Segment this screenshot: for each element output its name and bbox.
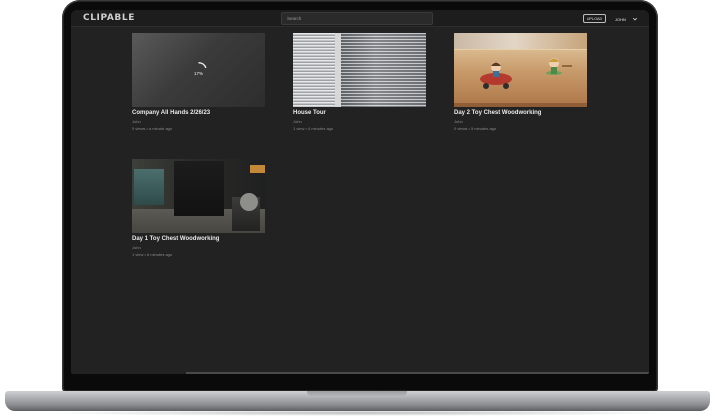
video-thumbnail[interactable]: [132, 159, 265, 233]
view-count: 1 view: [293, 126, 305, 131]
thumbnail-window-detail: [341, 33, 426, 107]
processing-progress-label: 17%: [193, 71, 203, 76]
view-count: 0 views: [454, 126, 468, 131]
video-meta: 1 view • 6 minutes ago: [132, 252, 265, 257]
upload-age: a minute ago: [149, 126, 173, 131]
video-card[interactable]: 17% Company All Hands 2/26/23 John 0 vie…: [132, 33, 265, 131]
app-logo[interactable]: CLIPABLE: [83, 13, 135, 23]
thumbnail-cooler: [134, 169, 164, 205]
chevron-down-icon: [632, 17, 637, 21]
user-name: JOHN: [615, 16, 626, 22]
video-title[interactable]: Day 2 Toy Chest Woodworking: [454, 110, 587, 116]
video-card[interactable]: House Tour John 1 view • 4 minutes ago: [293, 33, 426, 131]
meta-separator: •: [468, 126, 470, 131]
video-meta: 0 views • a minute ago: [132, 126, 265, 131]
video-title[interactable]: House Tour: [293, 110, 426, 116]
upload-age: 5 minutes ago: [471, 126, 497, 131]
upload-button[interactable]: UPLOAD: [583, 14, 606, 23]
video-owner[interactable]: John: [454, 119, 587, 124]
search-input[interactable]: [281, 12, 433, 25]
video-thumbnail[interactable]: [454, 33, 587, 107]
meta-separator: •: [305, 126, 307, 131]
video-thumbnail[interactable]: [293, 33, 426, 107]
user-menu[interactable]: JOHN: [615, 15, 638, 23]
upload-age: 6 minutes ago: [147, 252, 173, 257]
video-owner[interactable]: John: [132, 245, 265, 250]
meta-separator: •: [144, 252, 146, 257]
laptop-notch: [307, 391, 407, 397]
thumbnail-box: [250, 165, 265, 173]
video-thumbnail[interactable]: 17%: [132, 33, 265, 107]
video-card[interactable]: Day 1 Toy Chest Woodworking John 1 view …: [132, 159, 265, 257]
spinner-icon: [198, 62, 207, 69]
upload-age: 4 minutes ago: [308, 126, 334, 131]
video-title[interactable]: Company All Hands 2/26/23: [132, 110, 265, 116]
video-meta: 1 view • 4 minutes ago: [293, 126, 426, 131]
app-header: CLIPABLE UPLOAD JOHN: [71, 10, 649, 27]
meta-separator: •: [146, 126, 148, 131]
video-card[interactable]: Day 2 Toy Chest Woodworking John 0 views…: [454, 33, 587, 131]
video-owner[interactable]: John: [132, 119, 265, 124]
app-screen: CLIPABLE UPLOAD JOHN 17% Company All Han…: [71, 10, 649, 374]
video-meta: 0 views • 5 minutes ago: [454, 126, 587, 131]
thumbnail-wheel: [240, 193, 258, 211]
video-owner[interactable]: John: [293, 119, 426, 124]
scrollbar[interactable]: [186, 372, 649, 374]
toy-figures-illustration: [480, 58, 572, 89]
video-title[interactable]: Day 1 Toy Chest Woodworking: [132, 236, 265, 242]
thumbnail-tool-cabinet: [174, 161, 224, 216]
view-count: 1 view: [132, 252, 144, 257]
view-count: 0 views: [132, 126, 146, 131]
